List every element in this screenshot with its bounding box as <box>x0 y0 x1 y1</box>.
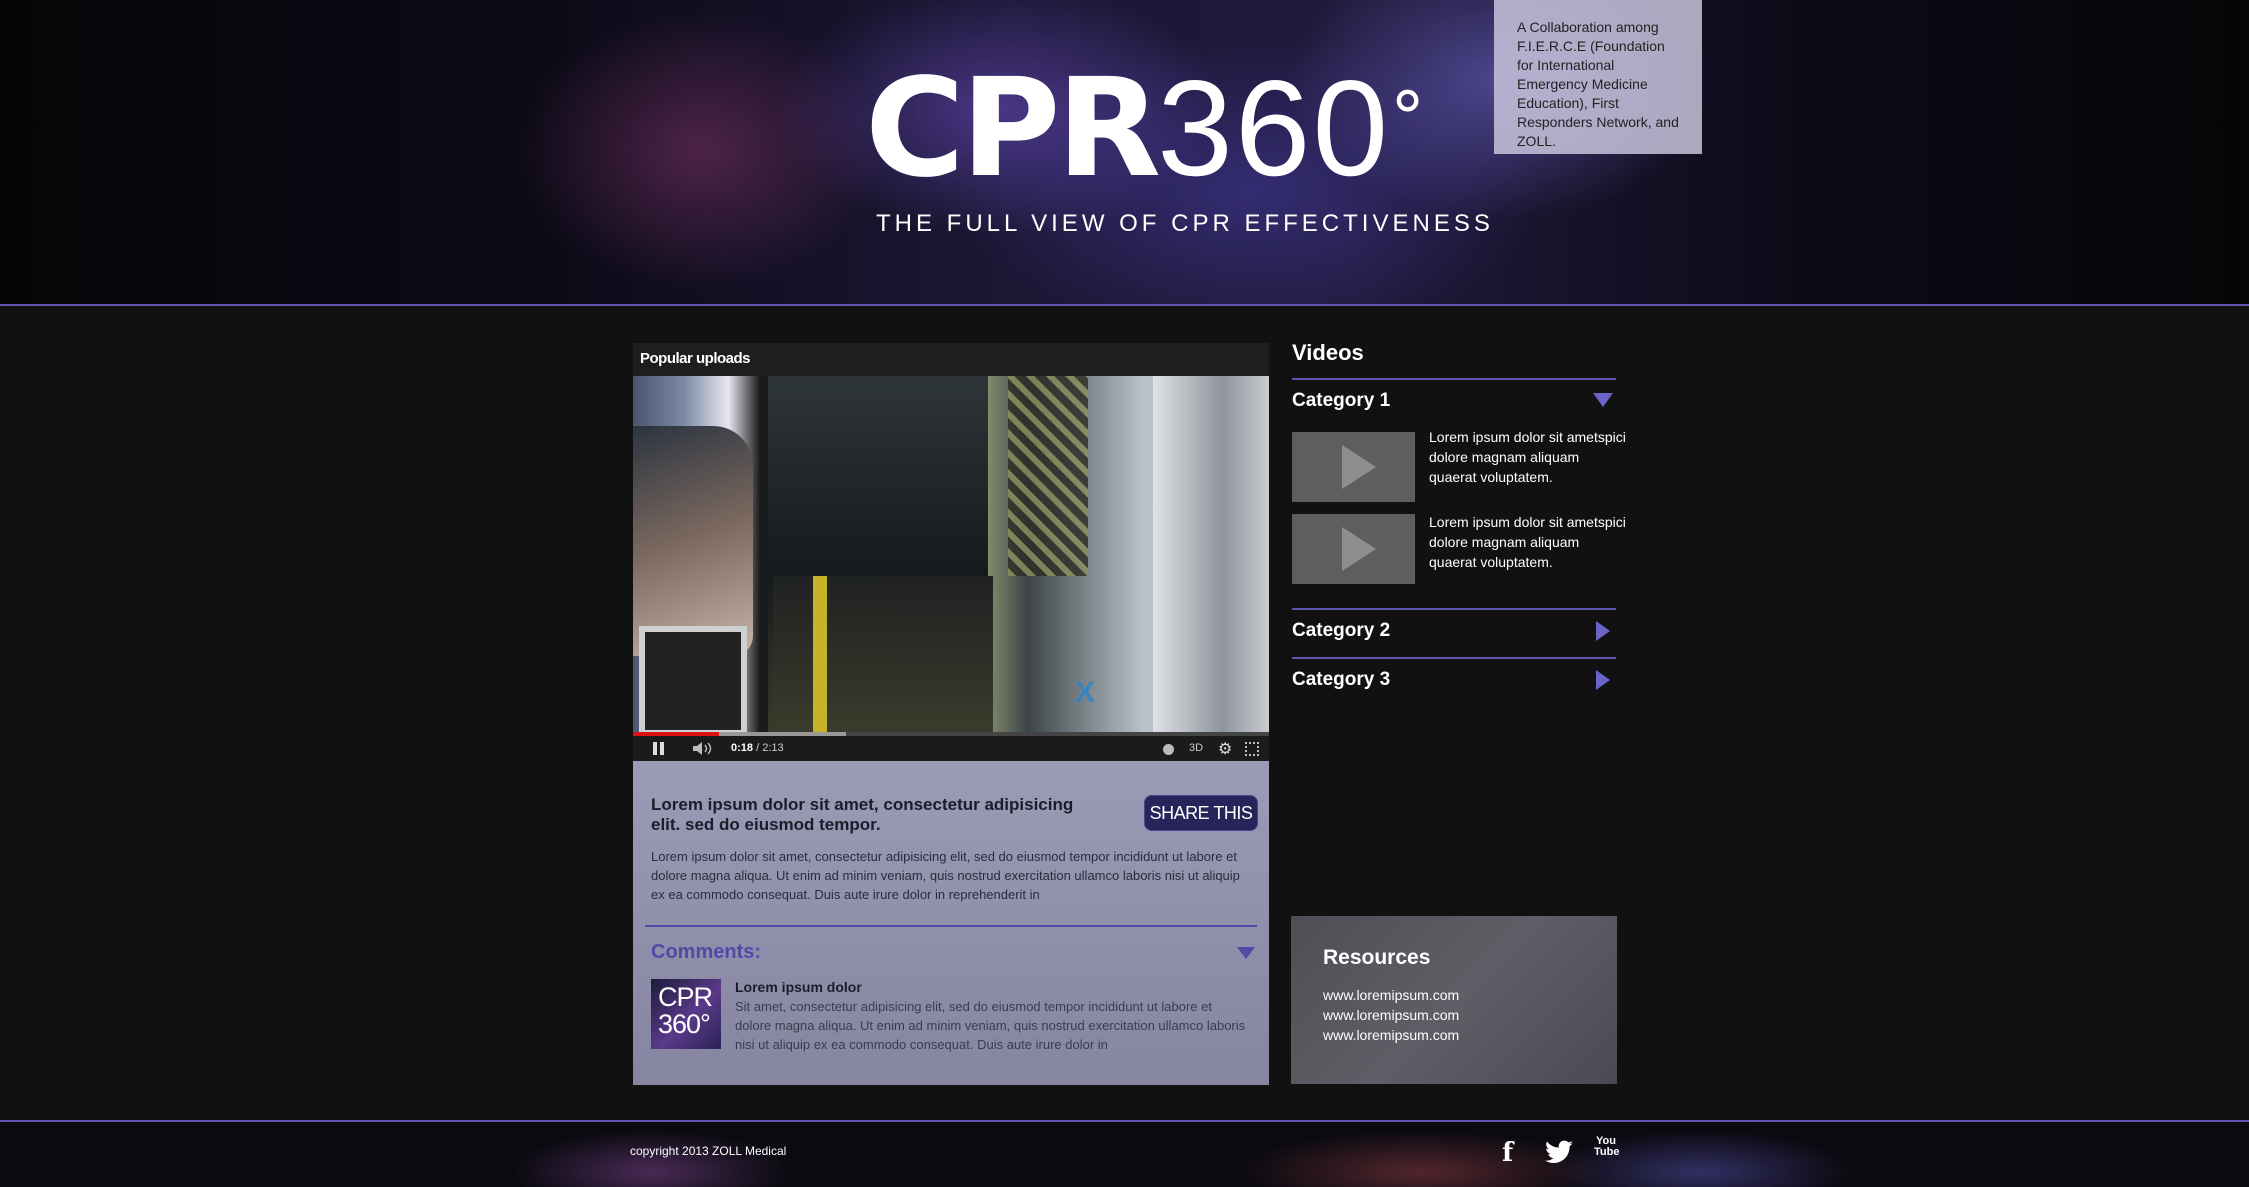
tagline: THE FULL VIEW OF CPR EFFECTIVENESS <box>876 210 1494 237</box>
current-time: 0:18 <box>731 742 754 754</box>
3d-toggle[interactable]: 3D <box>1189 742 1203 754</box>
video-title: Lorem ipsum dolor sit amet, consectetur … <box>651 795 1074 834</box>
video-info: Lorem ipsum dolor sit amet, consectetur … <box>633 761 1269 1085</box>
category-3[interactable]: Category 3 <box>1292 669 1390 691</box>
video-thumbnail-caption[interactable]: Lorem ipsum dolor sit ametspici dolore m… <box>1429 512 1629 572</box>
category-1[interactable]: Category 1 <box>1292 390 1390 412</box>
avatar-line-2: 360° <box>658 1009 711 1039</box>
category-divider <box>1292 378 1616 380</box>
share-button[interactable]: SHARE THIS <box>1144 795 1258 831</box>
chevron-down-icon[interactable] <box>1237 947 1255 959</box>
video-thumbnail-caption[interactable]: Lorem ipsum dolor sit ametspici dolore m… <box>1429 427 1629 487</box>
site-header: CPR360° THE FULL VIEW OF CPR EFFECTIVENE… <box>0 0 2249 306</box>
category-divider <box>1292 608 1616 610</box>
play-icon <box>1342 527 1376 571</box>
video-time: 0:18 / 2:13 <box>731 742 784 754</box>
copyright: copyright 2013 ZOLL Medical <box>630 1144 787 1158</box>
video-panel: Popular uploads X 0:18 / 2:13 3D ⚙ Lorem… <box>633 343 1269 1085</box>
video-description: Lorem ipsum dolor sit amet, consectetur … <box>651 849 1240 902</box>
video-frame-net <box>1008 376 1088 576</box>
chevron-down-icon[interactable] <box>1593 393 1613 407</box>
resources-heading: Resources <box>1323 946 1431 969</box>
video-frame-stretcher <box>773 576 993 736</box>
video-thumbnail[interactable] <box>1292 514 1415 584</box>
video-player[interactable]: X <box>633 376 1269 736</box>
comments-heading[interactable]: Comments: <box>651 941 761 964</box>
logo-cpr: CPR <box>865 50 1161 208</box>
site-footer: copyright 2013 ZOLL Medical f You Tube <box>0 1120 2249 1187</box>
comment-text: Sit amet, consectetur adipisicing elit, … <box>735 999 1246 1052</box>
comments-divider <box>645 925 1257 927</box>
logo-360: 360 <box>1157 52 1391 204</box>
gear-icon[interactable]: ⚙ <box>1218 739 1232 759</box>
chevron-right-icon[interactable] <box>1596 670 1610 690</box>
resource-link[interactable]: www.loremipsum.com <box>1323 987 1459 1003</box>
facebook-icon[interactable]: f <box>1502 1138 1513 1168</box>
comment-author: Lorem ipsum dolor <box>735 979 862 995</box>
cpr360-logo[interactable]: CPR360° <box>865 58 1425 199</box>
logo-degree: ° <box>1390 77 1425 159</box>
video-frame-monitor <box>639 626 747 736</box>
collaboration-note: A Collaboration among F.I.E.R.C.E (Found… <box>1494 0 1702 154</box>
category-2[interactable]: Category 2 <box>1292 620 1390 642</box>
video-thumbnail[interactable] <box>1292 432 1415 502</box>
youtube-icon[interactable]: You Tube <box>1594 1136 1619 1158</box>
chevron-right-icon[interactable] <box>1596 621 1610 641</box>
video-watermark: X <box>1075 676 1096 709</box>
popular-uploads-heading: Popular uploads <box>633 343 1269 376</box>
video-frame-arm <box>633 426 753 656</box>
videos-heading: Videos <box>1292 340 1364 365</box>
twitter-icon[interactable] <box>1544 1140 1574 1170</box>
duration: 2:13 <box>762 742 784 754</box>
play-icon <box>1342 445 1376 489</box>
avatar-line-1: CPR <box>658 982 713 1012</box>
category-divider <box>1292 657 1616 659</box>
video-controls: 0:18 / 2:13 3D ⚙ <box>633 736 1269 761</box>
avatar: CPR 360° <box>651 979 721 1049</box>
fullscreen-icon[interactable] <box>1245 742 1259 756</box>
resource-link[interactable]: www.loremipsum.com <box>1323 1007 1459 1023</box>
time-separator: / <box>753 742 763 754</box>
pause-icon[interactable] <box>653 742 665 755</box>
resource-link[interactable]: www.loremipsum.com <box>1323 1027 1459 1043</box>
watch-later-icon[interactable] <box>1163 744 1174 755</box>
video-frame-wall <box>1153 376 1269 736</box>
volume-icon[interactable] <box>693 742 713 755</box>
resources-box: Resources www.loremipsum.com www.loremip… <box>1291 916 1617 1084</box>
